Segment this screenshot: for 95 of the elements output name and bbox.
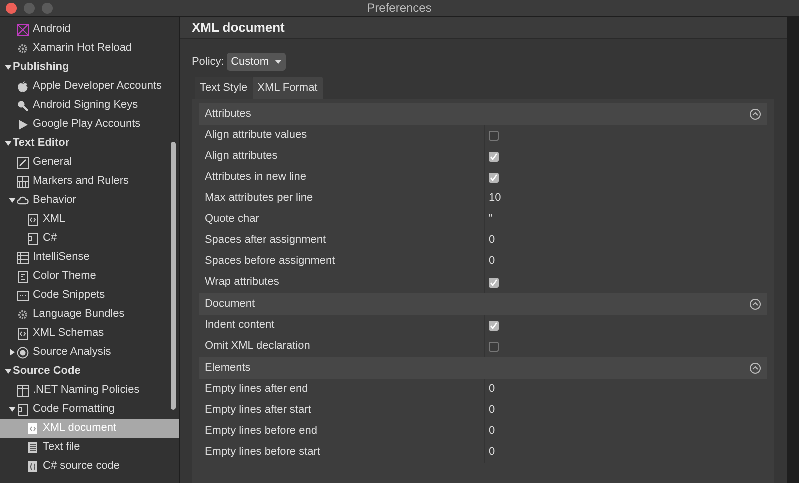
sidebar-item[interactable]: Google Play Accounts: [0, 115, 179, 134]
list-icon: [17, 252, 29, 264]
checkbox[interactable]: [488, 320, 499, 330]
setting-label: Align attribute values: [204, 128, 308, 144]
grid-icon: [17, 384, 29, 396]
checkbox[interactable]: [488, 130, 499, 140]
file-icon: [17, 404, 29, 416]
sidebar-item[interactable]: Behavior: [0, 191, 179, 210]
play-icon: [17, 118, 29, 130]
sidebar-item[interactable]: Android: [0, 20, 179, 39]
setting-value[interactable]: 0: [488, 402, 496, 419]
grid-icon: [17, 176, 29, 188]
section-header[interactable]: Elements: [198, 357, 767, 379]
expanded-arrow-icon[interactable]: [8, 197, 16, 204]
sidebar-item[interactable]: Markers and Rulers: [0, 172, 179, 191]
tab[interactable]: XML Format: [252, 76, 323, 99]
file-icon: [17, 270, 29, 282]
apple-icon: [17, 80, 29, 92]
checkbox[interactable]: [488, 278, 499, 288]
radio-icon: [17, 346, 29, 358]
collapsed-arrow-icon[interactable]: [8, 349, 16, 356]
sidebar-item[interactable]: Text file: [0, 438, 179, 457]
expanded-arrow-icon[interactable]: [4, 64, 12, 71]
tab[interactable]: Text Style: [194, 76, 253, 99]
expanded-arrow-icon[interactable]: [4, 368, 12, 375]
gear-icon: [17, 308, 29, 320]
sidebar-item[interactable]: Text Editor: [0, 134, 179, 153]
setting-label: Omit XML declaration: [204, 339, 312, 354]
checkbox[interactable]: [488, 172, 499, 182]
setting-label: Attributes in new line: [204, 170, 308, 186]
code-file-icon: [27, 214, 39, 226]
close-button[interactable]: [6, 3, 17, 14]
sidebar-item[interactable]: C#: [0, 229, 179, 248]
sidebar-item[interactable]: Publishing: [0, 58, 179, 77]
code-file-icon: [27, 422, 39, 434]
x-box-icon: [17, 24, 29, 36]
sidebar-item[interactable]: General: [0, 153, 179, 172]
setting-value[interactable]: ": [488, 211, 493, 228]
setting-label: Empty lines after start: [204, 403, 312, 418]
sidebar-item[interactable]: Apple Developer Accounts: [0, 77, 179, 96]
sidebar-item[interactable]: Language Bundles: [0, 305, 179, 324]
setting-label: Spaces before assignment: [204, 254, 336, 270]
setting-label: Align attributes: [204, 149, 279, 164]
setting-label: Wrap attributes: [204, 275, 280, 290]
sidebar-item[interactable]: .NET Naming Policies: [0, 381, 179, 400]
cloud-icon: [17, 194, 29, 206]
section-title: Attributes: [204, 106, 252, 122]
setting-label: Quote char: [204, 212, 260, 228]
sidebar-item[interactable]: Color Theme: [0, 267, 179, 286]
checkbox[interactable]: [488, 342, 499, 352]
section-title: Elements: [204, 360, 251, 376]
sidebar-item[interactable]: Code Formatting: [0, 400, 179, 419]
section-title: Document: [204, 296, 256, 312]
setting-label: Empty lines before end: [204, 424, 318, 440]
file-icon: [27, 232, 39, 244]
dots-file-icon: [17, 290, 29, 302]
checkbox[interactable]: [488, 152, 499, 162]
scrollbar-thumb[interactable]: [170, 142, 176, 410]
expanded-arrow-icon[interactable]: [8, 406, 16, 413]
setting-label: Spaces after assignment: [204, 233, 328, 248]
gear-icon: [17, 42, 29, 54]
setting-value[interactable]: 0: [488, 381, 496, 398]
sidebar-item[interactable]: Source Analysis: [0, 343, 179, 362]
expanded-arrow-icon[interactable]: [4, 140, 12, 147]
page-title: XML document: [180, 17, 787, 38]
policy-label: Policy:: [192, 54, 224, 70]
setting-value[interactable]: 0: [488, 423, 496, 440]
sidebar-item[interactable]: Android Signing Keys: [0, 96, 179, 115]
sidebar-item[interactable]: Xamarin Hot Reload: [0, 39, 179, 58]
setting-label: Max attributes per line: [204, 191, 314, 206]
sidebar-item[interactable]: Source Code: [0, 362, 179, 381]
sidebar-item[interactable]: XML Schemas: [0, 324, 179, 343]
setting-value[interactable]: 0: [488, 232, 496, 249]
collapse-icon[interactable]: [750, 362, 761, 374]
window-title: Preferences: [367, 1, 432, 15]
setting-label: Empty lines after end: [204, 382, 310, 398]
section-header[interactable]: Attributes: [198, 103, 767, 125]
setting-value[interactable]: 0: [488, 444, 496, 461]
sidebar-item[interactable]: C# source code: [0, 457, 179, 476]
caret-icon: [275, 60, 282, 64]
section-header[interactable]: Document: [198, 293, 767, 315]
setting-value[interactable]: 0: [488, 253, 496, 270]
setting-value[interactable]: 10: [488, 190, 502, 207]
policy-dropdown[interactable]: Custom: [227, 52, 286, 71]
sidebar-item[interactable]: Code Snippets: [0, 286, 179, 305]
pencil-square-icon: [17, 156, 29, 168]
code-file-icon: [17, 328, 29, 340]
text-file-icon: [27, 442, 39, 454]
setting-label: Indent content: [204, 318, 276, 334]
collapse-icon[interactable]: [750, 108, 761, 120]
setting-label: Empty lines before start: [204, 445, 322, 460]
braces-file-icon: [27, 460, 39, 472]
sidebar-item[interactable]: IntelliSense: [0, 248, 179, 267]
sidebar-item[interactable]: XML: [0, 210, 179, 229]
collapse-icon[interactable]: [750, 298, 761, 310]
